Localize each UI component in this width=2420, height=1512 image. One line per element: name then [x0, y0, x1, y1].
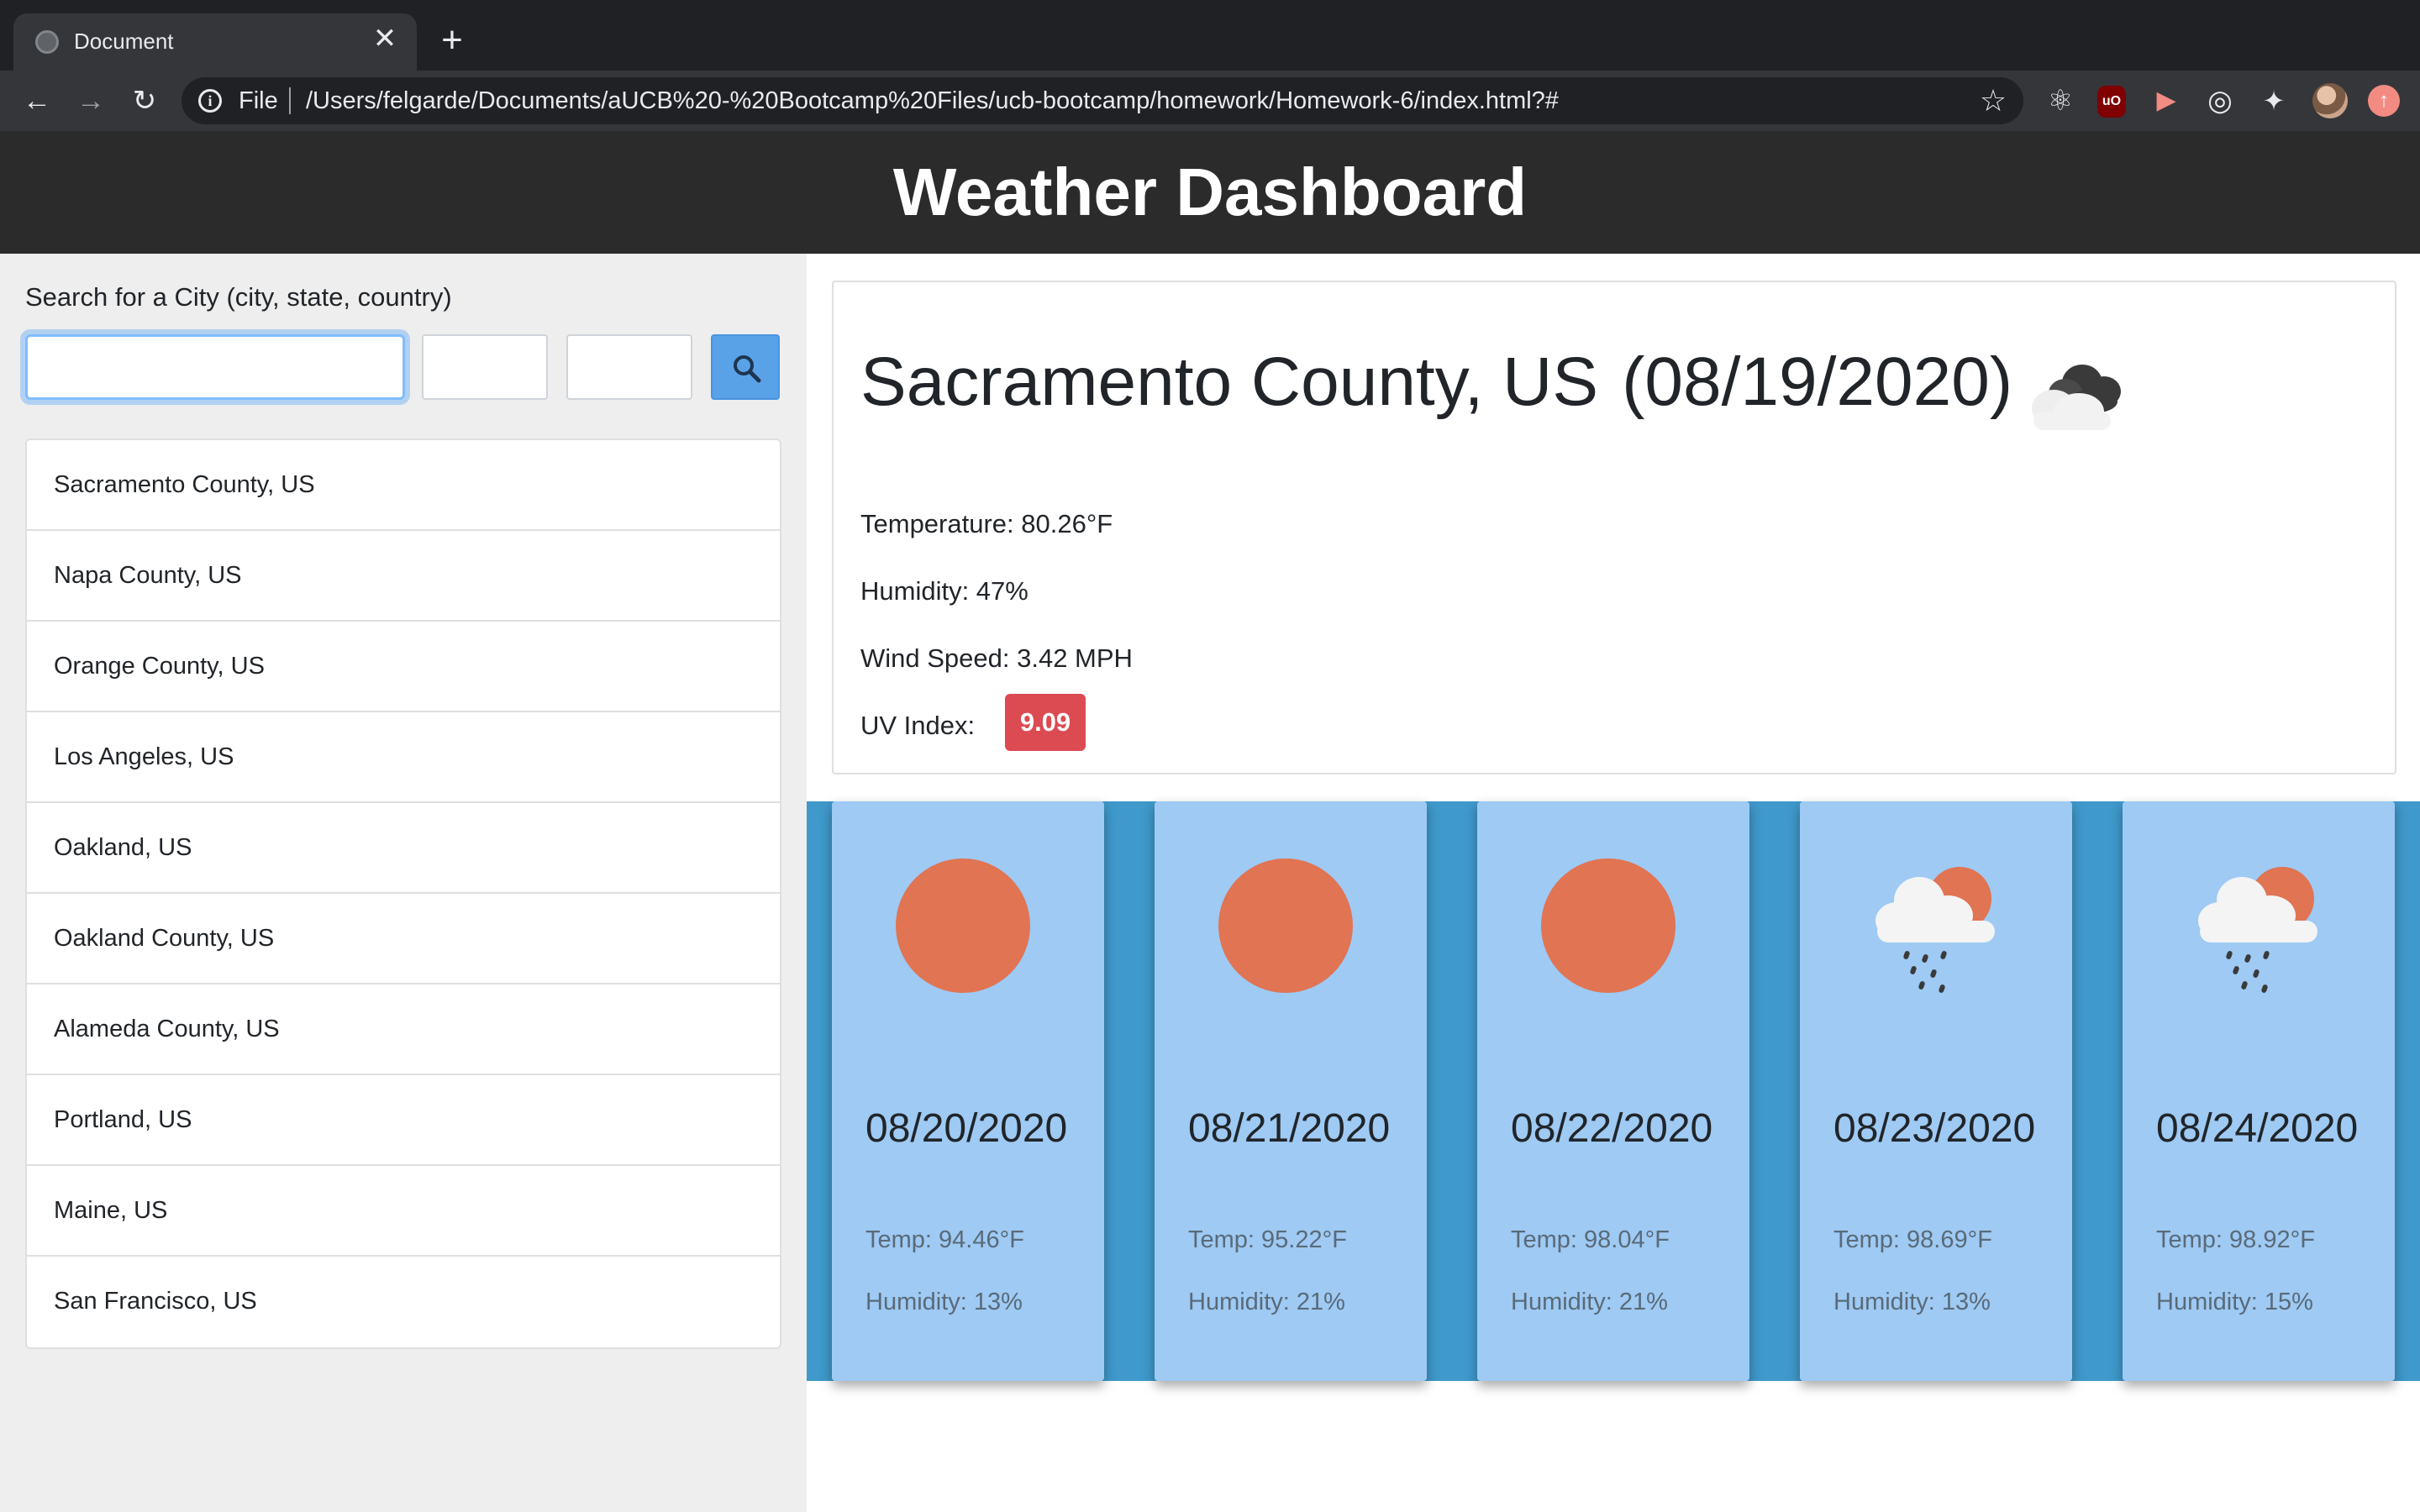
address-separator [289, 87, 291, 114]
tab-title: Document [74, 29, 174, 54]
forecast-card: 08/20/2020 Temp: 94.46°F Humidity: 13% [832, 801, 1104, 1381]
uv-index-row: UV Index: 9.09 [860, 694, 1086, 751]
forecast-card: 08/23/2020 Temp: 98.69°F Humidity: 13% [1800, 801, 2072, 1381]
forecast-card: 08/22/2020 Temp: 98.04°F Humidity: 21% [1477, 801, 1749, 1381]
history-item[interactable]: Maine, US [27, 1166, 780, 1257]
forecast-card: 08/24/2020 Temp: 98.92°F Humidity: 15% [2123, 801, 2395, 1381]
history-item[interactable]: Oakland County, US [27, 894, 780, 984]
page-title: Weather Dashboard [892, 155, 1528, 229]
forward-arrow-icon[interactable]: → [72, 82, 109, 119]
sun-icon [1218, 858, 1353, 993]
sun-icon [896, 858, 1030, 993]
uv-index-label: UV Index: [860, 711, 976, 740]
forecast-temp: Temp: 94.46°F [865, 1226, 1024, 1253]
forecast-temp: Temp: 95.22°F [1188, 1226, 1347, 1253]
history-item[interactable]: Oakland, US [27, 803, 780, 894]
target-extension-icon[interactable]: ◎ [2203, 84, 2237, 118]
profile-avatar[interactable] [2312, 83, 2348, 118]
forecast-humidity: Humidity: 13% [865, 1289, 1023, 1315]
current-date: (08/19/2020) [1622, 344, 2013, 420]
current-city-heading: Sacramento County, US (08/19/2020) [860, 343, 2012, 422]
current-wind-speed: Wind Speed: 3.42 MPH [860, 643, 1133, 673]
history-item[interactable]: Alameda County, US [27, 984, 780, 1075]
city-input[interactable] [25, 334, 405, 400]
history-item[interactable]: Los Angeles, US [27, 712, 780, 803]
history-item[interactable]: Portland, US [27, 1075, 780, 1166]
forecast-date: 08/23/2020 [1833, 1106, 2036, 1151]
history-item[interactable]: San Francisco, US [27, 1257, 780, 1347]
url-text[interactable]: /Users/felgarde/Documents/aUCB%20-%20Boo… [306, 87, 1559, 115]
history-item[interactable]: Napa County, US [27, 531, 780, 622]
forecast-card: 08/21/2020 Temp: 95.22°F Humidity: 21% [1155, 801, 1427, 1381]
browser-tab[interactable]: Document ✕ [13, 13, 417, 71]
forecast-humidity: Humidity: 21% [1188, 1289, 1345, 1315]
new-tab-button[interactable]: + [434, 22, 471, 59]
browser-toolbar: ← → ↻ i File /Users/felgarde/Documents/a… [0, 71, 2420, 131]
browser-tab-bar: Document ✕ + [0, 0, 2420, 71]
info-icon[interactable]: i [198, 89, 222, 113]
update-icon[interactable]: ↑ [2368, 85, 2400, 117]
forecast-humidity: Humidity: 13% [1833, 1289, 1991, 1315]
history-item[interactable]: Sacramento County, US [27, 440, 780, 531]
address-bar[interactable]: i File /Users/felgarde/Documents/aUCB%20… [182, 77, 2023, 124]
sun-icon [1541, 858, 1676, 993]
scheme-label: File [239, 87, 278, 114]
rain-sun-icon [1876, 867, 1995, 993]
search-icon [734, 355, 761, 383]
state-input[interactable] [422, 334, 548, 400]
country-input[interactable] [566, 334, 692, 400]
forecast-strip: 08/20/2020 Temp: 94.46°F Humidity: 13% 0… [807, 801, 2420, 1381]
forecast-temp: Temp: 98.04°F [1511, 1226, 1670, 1253]
forecast-date: 08/24/2020 [2156, 1106, 2359, 1151]
forecast-temp: Temp: 98.92°F [2156, 1226, 2315, 1253]
cloud-icon [2032, 365, 2121, 430]
extensions-puzzle-icon[interactable]: ✦ [2257, 84, 2291, 118]
forecast-date: 08/20/2020 [865, 1106, 1068, 1151]
forecast-humidity: Humidity: 21% [1511, 1289, 1668, 1315]
forecast-humidity: Humidity: 15% [2156, 1289, 2313, 1315]
page-header: Weather Dashboard [0, 131, 2420, 254]
record-extension-icon[interactable]: ▶ [2149, 84, 2183, 118]
search-history-list: Sacramento County, US Napa County, US Or… [25, 438, 781, 1349]
forecast-date: 08/22/2020 [1511, 1106, 1713, 1151]
back-arrow-icon[interactable]: ← [18, 82, 55, 119]
history-item[interactable]: Orange County, US [27, 622, 780, 712]
search-sidebar: Search for a City (city, state, country)… [0, 254, 807, 1512]
current-weather-card: Sacramento County, US (08/19/2020) Temper… [832, 281, 2396, 774]
forecast-temp: Temp: 98.69°F [1833, 1226, 1992, 1253]
globe-icon [35, 30, 59, 54]
bookmark-star-icon[interactable]: ☆ [1976, 84, 2010, 118]
current-humidity: Humidity: 47% [860, 576, 1028, 606]
ublock-icon[interactable]: uO [2097, 86, 2126, 118]
close-tab-icon[interactable]: ✕ [368, 22, 402, 55]
reload-icon[interactable]: ↻ [126, 82, 163, 119]
forecast-date: 08/21/2020 [1188, 1106, 1391, 1151]
uv-index-badge: 9.09 [1005, 694, 1086, 751]
react-devtools-icon[interactable]: ⚛ [2044, 84, 2077, 118]
search-button[interactable] [711, 334, 780, 400]
current-city-name: Sacramento County, US [860, 344, 1599, 420]
current-temperature: Temperature: 80.26°F [860, 509, 1113, 538]
search-label: Search for a City (city, state, country) [25, 282, 452, 312]
rain-sun-icon [2198, 867, 2317, 993]
main-content: Sacramento County, US (08/19/2020) Temper… [807, 254, 2420, 1512]
